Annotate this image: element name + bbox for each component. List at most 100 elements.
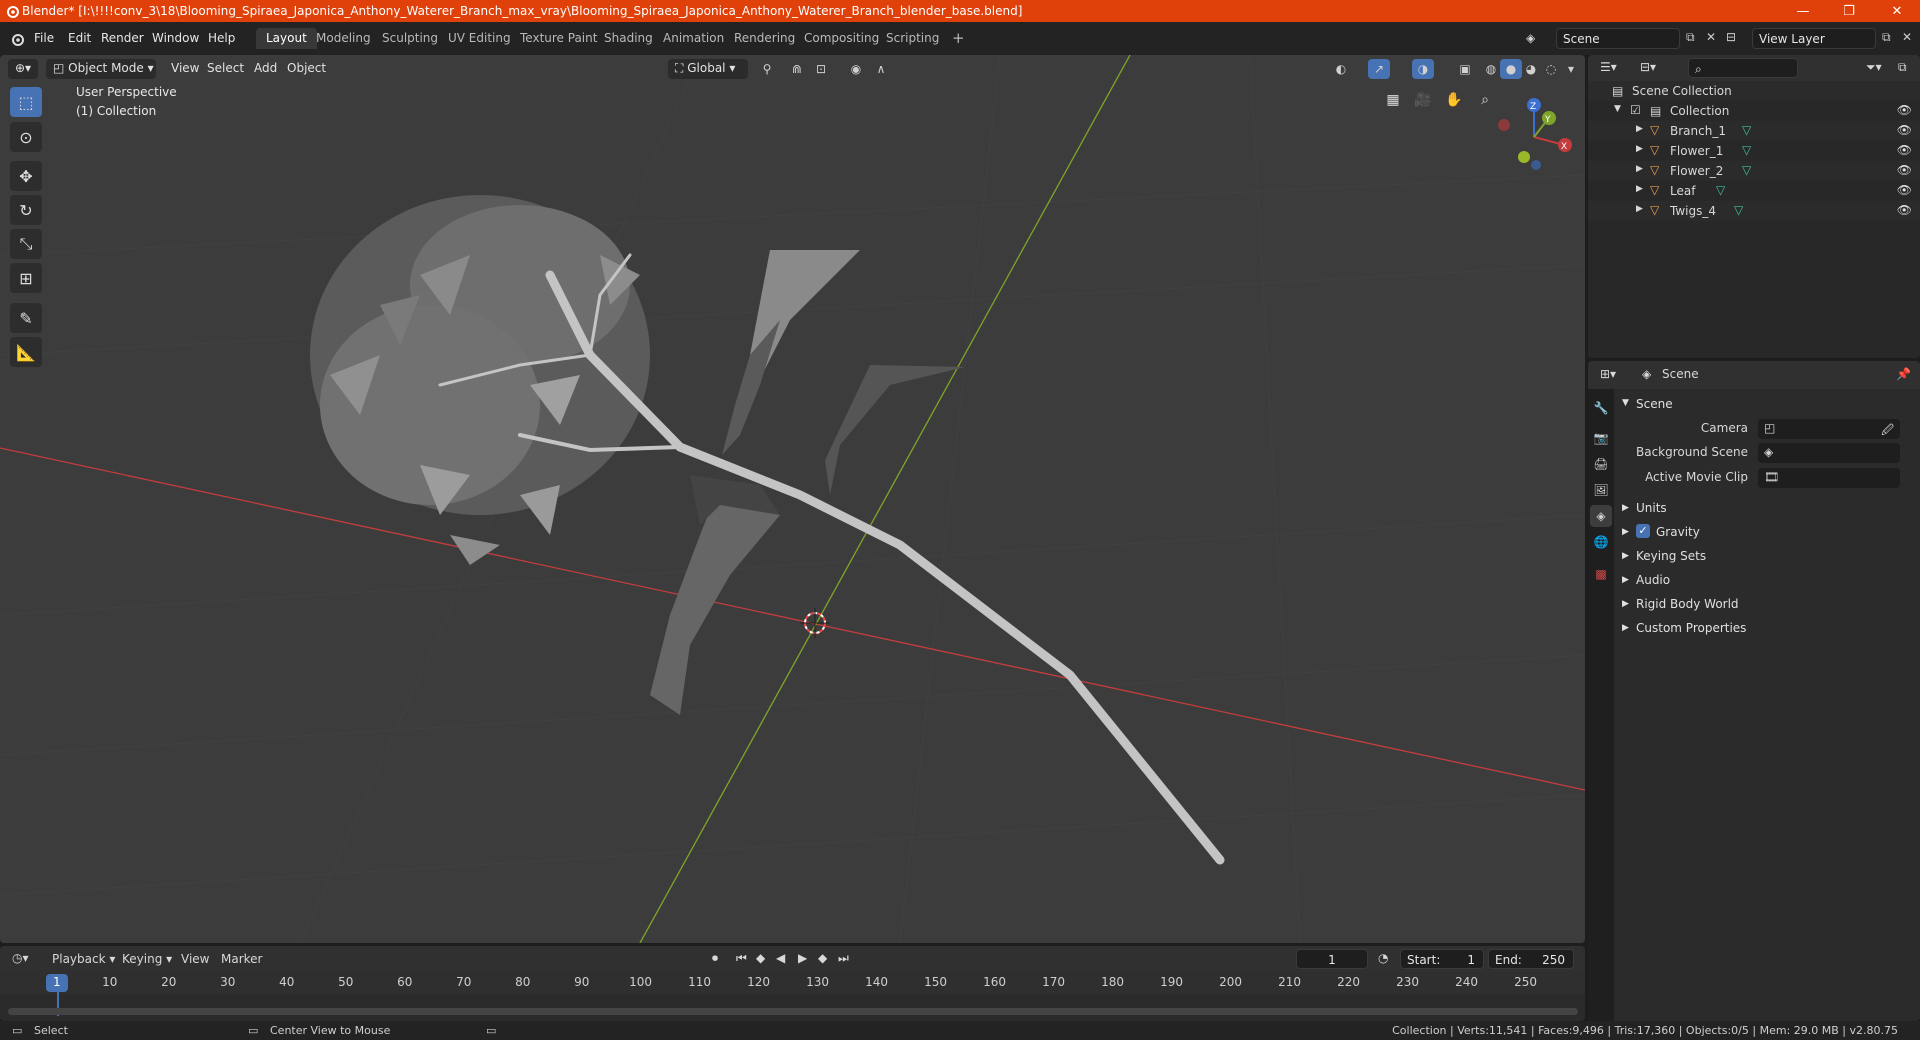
tree-item-flower-1[interactable]: ▶ ▽ Flower_1 ▽ 👁 [1588, 141, 1920, 161]
view-layer-selector[interactable]: View Layer [1752, 28, 1876, 49]
eye-icon[interactable]: 👁 [1897, 103, 1912, 117]
menu-view[interactable]: View [181, 952, 209, 966]
mesh-data-icon[interactable]: ▽ [1716, 183, 1725, 197]
end-frame-field[interactable]: End: 250 [1488, 949, 1574, 969]
editor-type-icon[interactable]: ⊕▾ [8, 59, 38, 79]
pin-icon[interactable]: 📌 [1896, 367, 1911, 381]
menu-file[interactable]: File [26, 29, 62, 49]
snap-target-icon[interactable]: ⊡ [810, 59, 832, 79]
timeline[interactable]: ◷▾ Playback ▾ Keying ▾ View Marker ⏺ ⏮ ◆… [0, 946, 1585, 1021]
menu-object[interactable]: Object [280, 59, 333, 79]
timeline-scrollbar[interactable] [8, 1008, 1578, 1015]
shading-options-icon[interactable]: ▾ [1560, 59, 1582, 79]
menu-select[interactable]: Select [200, 59, 251, 79]
toggle-grid-icon[interactable]: ▦ [1380, 87, 1406, 113]
select-box-tool[interactable]: ⬚ [10, 87, 42, 117]
tree-item-twigs-4[interactable]: ▶ ▽ Twigs_4 ▽ 👁 [1588, 201, 1920, 221]
record-icon[interactable]: ⏺ [712, 951, 718, 966]
pan-hand-icon[interactable]: ✋ [1441, 87, 1467, 113]
transform-orientation[interactable]: ⛶ Global ▾ [668, 59, 748, 79]
maximize-button[interactable]: ❐ [1826, 0, 1872, 22]
output-tab-icon[interactable]: 🖨 [1590, 453, 1612, 475]
view-layer-icon[interactable]: ⊟ [1726, 30, 1736, 44]
mesh-data-icon[interactable]: ▽ [1742, 123, 1751, 137]
keying-sets-panel-header[interactable]: ▶ Keying Sets [1622, 547, 1912, 569]
gizmo-toggle-icon[interactable]: ↗ [1368, 59, 1390, 79]
mesh-data-icon[interactable]: ▽ [1742, 143, 1751, 157]
mesh-data-icon[interactable]: ▽ [1734, 203, 1743, 217]
background-scene-field[interactable]: ◈ [1758, 443, 1900, 463]
tree-item-branch-1[interactable]: ▶ ▽ Branch_1 ▽ 👁 [1588, 121, 1920, 141]
proportional-edit-icon[interactable]: ◉ [845, 59, 867, 79]
tab-modeling[interactable]: Modeling [306, 28, 381, 49]
annotate-tool[interactable]: ✎ [10, 303, 42, 333]
properties-editor-icon[interactable]: ⊞▾ [1600, 367, 1616, 381]
close-button[interactable]: ✕ [1874, 0, 1920, 22]
new-view-layer-icon[interactable]: ⧉ [1882, 30, 1891, 45]
new-collection-icon[interactable]: ⧉ [1898, 60, 1907, 75]
frame-ruler[interactable]: 1 10 20 30 40 50 60 70 80 90 100 110 120 130 140 150 160… [0, 972, 1585, 994]
eye-icon[interactable]: 👁 [1897, 143, 1912, 157]
properties-editor[interactable]: ⊞▾ ◈ Scene 📌 🔧 📷 🖨 🖼 ◈ 🌐 ▩ ▼ Scene Camer… [1588, 361, 1920, 1021]
mode-selector[interactable]: ◰ Object Mode ▾ [46, 59, 156, 79]
outliner-editor-icon[interactable]: ☰▾ [1600, 60, 1617, 74]
menu-help[interactable]: Help [200, 29, 243, 49]
audio-panel-header[interactable]: ▶ Audio [1622, 571, 1912, 593]
eye-icon[interactable]: 👁 [1897, 163, 1912, 177]
pivot-icon[interactable]: ⚲ [756, 59, 778, 79]
cursor-tool[interactable]: ⊙ [10, 122, 42, 152]
material-shading-icon[interactable]: ◕ [1520, 59, 1542, 79]
tree-item-collection[interactable]: ▼ ☑ ▤ Collection 👁 [1588, 101, 1920, 121]
scene-icon[interactable]: ◈ [1526, 31, 1535, 45]
custom-properties-panel-header[interactable]: ▶ Custom Properties [1622, 619, 1912, 641]
scene-panel-header[interactable]: ▼ Scene [1622, 395, 1912, 417]
world-tab-icon[interactable]: 🌐 [1590, 531, 1612, 553]
eyedropper-icon[interactable]: 🖉 [1881, 421, 1894, 442]
viewport-scene[interactable] [0, 55, 1585, 943]
tab-uv-editing[interactable]: UV Editing [438, 28, 521, 49]
outliner[interactable]: ☰▾ ⊟▾ ⌕ ⏷▾ ⧉ ▤ Scene Collection ▼ ☑ ▤ Co… [1588, 55, 1920, 358]
solid-shading-icon[interactable]: ● [1500, 59, 1522, 79]
navigation-gizmo[interactable]: Z X Y [1490, 87, 1580, 177]
display-mode-icon[interactable]: ⊟▾ [1640, 60, 1656, 74]
texture-tab-icon[interactable]: ▩ [1590, 563, 1612, 585]
units-panel-header[interactable]: ▶ Units [1622, 499, 1912, 521]
snap-icon[interactable]: ⋒ [786, 59, 808, 79]
delete-view-layer-icon[interactable]: ✕ [1902, 30, 1912, 44]
blender-menu-icon[interactable] [9, 31, 25, 47]
transform-tool[interactable]: ⊞ [10, 263, 42, 293]
mesh-data-icon[interactable]: ▽ [1742, 163, 1751, 177]
menu-add[interactable]: Add [247, 59, 284, 79]
flower-mesh[interactable] [310, 195, 650, 565]
leaf-mesh[interactable] [650, 250, 965, 715]
scale-tool[interactable]: ⤡ [10, 229, 42, 259]
next-keyframe-icon[interactable]: ◆ [818, 951, 827, 965]
current-frame-field[interactable]: 1 [1296, 949, 1368, 969]
render-tab-icon[interactable]: 📷 [1590, 427, 1612, 449]
new-scene-icon[interactable]: ⧉ [1686, 30, 1695, 45]
menu-keying[interactable]: Keying ▾ [122, 952, 172, 966]
checkbox-icon[interactable]: ☑ [1630, 103, 1641, 117]
tool-tab-icon[interactable]: 🔧 [1590, 397, 1612, 419]
expand-arrow-icon[interactable]: ▶ [1636, 144, 1643, 154]
menu-marker[interactable]: Marker [221, 952, 262, 966]
timeline-editor-icon[interactable]: ◷▾ [12, 951, 29, 965]
start-frame-field[interactable]: Start: 1 [1400, 949, 1484, 969]
view-layer-tab-icon[interactable]: 🖼 [1590, 479, 1612, 501]
scene-tab-icon[interactable]: ◈ [1590, 505, 1612, 527]
tab-sculpting[interactable]: Sculpting [372, 28, 448, 49]
expand-arrow-icon[interactable]: ▶ [1636, 124, 1643, 134]
play-icon[interactable]: ▶ [798, 951, 807, 965]
rigid-body-world-panel-header[interactable]: ▶ Rigid Body World [1622, 595, 1912, 617]
move-tool[interactable]: ✥ [10, 161, 42, 191]
expand-arrow-icon[interactable]: ▼ [1614, 104, 1621, 114]
delete-scene-icon[interactable]: ✕ [1706, 30, 1716, 44]
3d-viewport[interactable]: ⊕▾ ◰ Object Mode ▾ View Select Add Objec… [0, 55, 1585, 943]
eye-icon[interactable]: 👁 [1897, 203, 1912, 217]
measure-tool[interactable]: 📐 [10, 337, 42, 367]
expand-arrow-icon[interactable]: ▶ [1636, 164, 1643, 174]
menu-render[interactable]: Render [93, 29, 152, 49]
eye-icon[interactable]: 👁 [1897, 183, 1912, 197]
3d-cursor[interactable] [800, 608, 830, 638]
gravity-panel-header[interactable]: ▶ ✓ Gravity [1622, 523, 1912, 545]
